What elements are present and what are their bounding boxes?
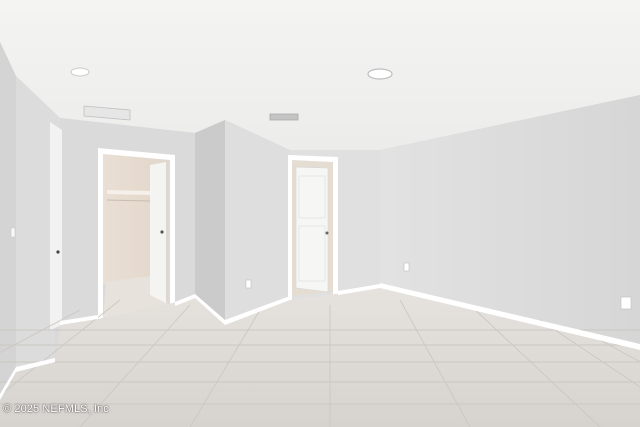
outlet [245,279,252,289]
smoke-detector [70,67,90,77]
outlet [403,262,410,272]
center-wall [225,120,290,325]
air-vent-center [269,113,299,121]
watermark-text: © 2025 NEFMLS, Inc [3,403,109,415]
left-door [50,122,62,330]
corner-wall [195,120,225,325]
ceiling-light [367,68,393,80]
hall-door [295,166,329,293]
closet-door [150,162,166,303]
room-illustration [0,0,640,427]
outlet [620,296,632,310]
left-wall [0,42,16,400]
room-photo [0,0,640,427]
